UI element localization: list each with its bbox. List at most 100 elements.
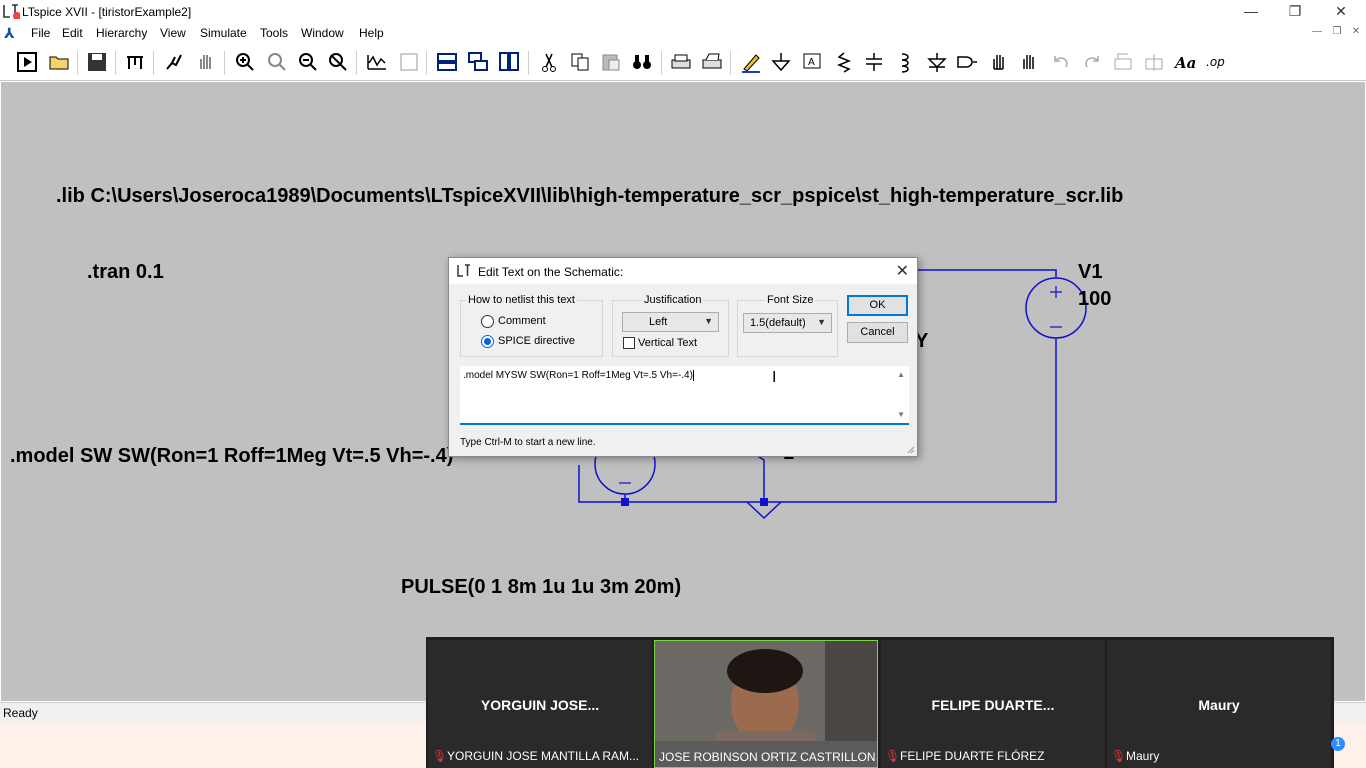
vertical-text-checkbox[interactable] [623,337,635,349]
resize-grip-icon[interactable] [907,446,915,454]
spice-directive-radio-label[interactable]: SPICE directive [498,335,575,347]
menu-help[interactable]: Help [359,26,384,40]
netlist-group [460,300,603,357]
participant-tile-1[interactable]: YORGUIN JOSE... 🎙YORGUIN JOSE MANTILLA R… [428,640,652,768]
mdi-restore-icon[interactable]: ❐ [1330,26,1344,37]
open-folder-icon[interactable] [46,49,72,75]
inductor-icon[interactable] [892,49,918,75]
participant-footer: 🎙YORGUIN JOSE MANTILLA RAM... [432,749,639,763]
menu-edit[interactable]: Edit [62,26,83,40]
ltspice-logo-icon [2,3,20,19]
component-icon[interactable] [954,49,980,75]
move-hand-icon[interactable] [986,49,1012,75]
diode-icon[interactable] [924,49,950,75]
cancel-button[interactable]: Cancel [847,322,908,343]
ground-icon[interactable] [768,49,794,75]
run-man-icon[interactable] [161,49,187,75]
mirror-icon[interactable] [1141,49,1167,75]
zoom-fit-icon[interactable] [325,49,351,75]
participant-full-name: YORGUIN JOSE MANTILLA RAM... [447,749,640,763]
comment-radio-label[interactable]: Comment [498,315,546,327]
lib-directive[interactable]: .lib C:\Users\Joseroca1989\Documents\LTs… [56,185,1123,208]
justification-value: Left [649,316,668,328]
participant-name: Maury [1198,697,1240,713]
tile-horizontal-icon[interactable] [434,49,460,75]
save-icon[interactable] [84,49,110,75]
text-icon[interactable]: Aa [1172,49,1198,75]
draw-wire-pencil-icon[interactable] [738,49,764,75]
font-size-value: 1.5(default) [750,317,806,329]
print-icon[interactable] [668,49,694,75]
menu-hierarchy[interactable]: Hierarchy [96,26,147,40]
menu-simulate[interactable]: Simulate [200,26,247,40]
cascade-icon[interactable] [465,49,491,75]
edit-text-dialog: Edit Text on the Schematic: ✕ How to net… [448,257,918,457]
vertical-text-label[interactable]: Vertical Text [638,337,697,349]
schematic-doc-icon[interactable]: ⅄ [4,25,20,41]
mdi-minimize-icon[interactable]: — [1310,26,1324,37]
participant-footer: 🎙Maury [1111,749,1159,763]
label-net-icon[interactable]: A [799,49,825,75]
dialog-close-icon[interactable]: ✕ [896,261,909,281]
toolbar: A Aa .op [0,43,1366,81]
menu-file[interactable]: File [31,26,50,40]
halt-hand-icon[interactable] [193,49,219,75]
copy-icon[interactable] [567,49,593,75]
tile-vertical-icon[interactable] [496,49,522,75]
zoom-in-icon[interactable] [232,49,258,75]
mdi-close-icon[interactable]: ✕ [1349,26,1363,37]
participant-name: FELIPE DUARTE... [931,697,1055,713]
directive-text-value: .model MYSW SW(Ron=1 Roff=1Meg Vt=.5 Vh=… [463,370,693,382]
tran-directive[interactable]: .tran 0.1 [87,261,164,284]
participant-footer: JOSE ROBINSON ORTIZ CASTRILLON [659,750,875,764]
participant-tile-2[interactable]: JOSE ROBINSON ORTIZ CASTRILLON [654,640,878,768]
muted-mic-icon: 🎙 [1111,749,1127,763]
paste-icon[interactable] [598,49,624,75]
cut-icon[interactable] [536,49,562,75]
webcam-video-icon [655,641,877,745]
v1-name-label[interactable]: V1 [1078,261,1102,284]
restore-button[interactable]: ❐ [1272,2,1318,22]
participant-tile-4[interactable]: Maury 🎙Maury [1107,640,1331,768]
spice-directive-radio[interactable] [481,335,494,348]
participant-full-name: JOSE ROBINSON ORTIZ CASTRILLON [659,750,876,764]
menu-view[interactable]: View [160,26,186,40]
model-directive[interactable]: .model SW SW(Ron=1 Roff=1Meg Vt=.5 Vh=-.… [10,445,453,468]
minimize-button[interactable]: — [1228,2,1274,22]
autorange-icon[interactable] [396,49,422,75]
directive-text-field[interactable]: .model MYSW SW(Ron=1 Roff=1Meg Vt=.5 Vh=… [460,366,909,425]
pulse-label[interactable]: PULSE(0 1 8m 1u 1u 3m 20m) [401,576,681,599]
scroll-up-icon[interactable]: ▲ [897,370,905,379]
resistor-icon[interactable] [831,49,857,75]
waveform-icon[interactable] [364,49,390,75]
control-panel-icon[interactable] [122,49,148,75]
rotate-icon[interactable] [1110,49,1136,75]
scroll-down-icon[interactable]: ▼ [897,410,905,419]
v1-value-label[interactable]: 100 [1078,288,1111,311]
spice-directive-icon[interactable]: .op [1203,49,1229,75]
drag-hand-icon[interactable] [1016,49,1042,75]
menu-tools[interactable]: Tools [260,26,288,40]
zoom-out-icon[interactable] [295,49,321,75]
comment-radio[interactable] [481,315,494,328]
menu-bar: ⅄ File Edit Hierarchy View Simulate Tool… [0,23,1366,43]
muted-mic-icon: 🎙 [432,749,448,763]
justification-select[interactable]: Left ▼ [622,312,719,332]
capacitor-icon[interactable] [861,49,887,75]
video-call-panel: YORGUIN JOSE... 🎙YORGUIN JOSE MANTILLA R… [426,637,1334,768]
ok-button[interactable]: OK [847,295,908,316]
participant-footer: 🎙FELIPE DUARTE FLÓREZ [885,749,1044,763]
print-setup-icon[interactable] [699,49,725,75]
redo-icon[interactable] [1079,49,1105,75]
menu-window[interactable]: Window [301,26,344,40]
close-button[interactable]: ✕ [1318,2,1364,22]
find-binoculars-icon[interactable] [629,49,655,75]
notification-badge[interactable]: 1 [1331,737,1345,751]
zoom-pan-icon[interactable] [264,49,290,75]
font-size-select[interactable]: 1.5(default) ▼ [743,313,832,333]
svg-text:A: A [808,57,815,68]
svg-text:Aa: Aa [1174,54,1196,72]
participant-tile-3[interactable]: FELIPE DUARTE... 🎙FELIPE DUARTE FLÓREZ [881,640,1105,768]
undo-icon[interactable] [1048,49,1074,75]
run-icon[interactable] [14,49,40,75]
